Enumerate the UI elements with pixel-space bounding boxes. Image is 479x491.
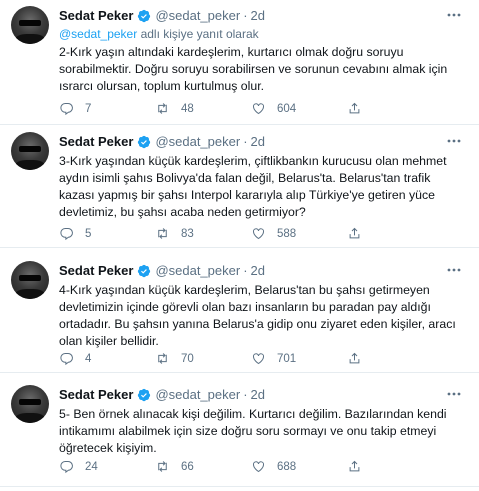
tweet-header: Sedat Peker @sedat_peker · 2d <box>59 6 463 25</box>
reply-button[interactable]: 4 <box>59 351 155 366</box>
tweet-actions: 24 66 688 <box>59 459 443 474</box>
reply-count: 4 <box>85 352 92 365</box>
author-handle[interactable]: @sedat_peker <box>155 134 240 149</box>
tweet-header: Sedat Peker @sedat_peker · 2d <box>59 385 463 404</box>
reply-icon <box>60 353 73 366</box>
tweet-actions: 7 48 604 <box>59 101 443 116</box>
more-icon[interactable] <box>445 134 463 148</box>
heart-icon <box>253 103 264 115</box>
separator: · <box>243 387 248 402</box>
author-name[interactable]: Sedat Peker <box>59 8 133 23</box>
tweet[interactable]: Sedat Peker @sedat_peker · 2d 4-Kırk yaş… <box>0 255 479 373</box>
like-button[interactable]: 688 <box>251 459 347 474</box>
like-count: 701 <box>277 352 297 365</box>
like-count: 688 <box>277 460 297 473</box>
share-button[interactable] <box>347 351 443 366</box>
tweet-text: 3-Kırk yaşından küçük kardeşlerim, çiftl… <box>59 154 447 219</box>
like-button[interactable]: 588 <box>251 226 347 241</box>
author-handle[interactable]: @sedat_peker <box>155 387 240 402</box>
reply-button[interactable]: 7 <box>59 101 155 116</box>
retweet-count: 70 <box>181 352 194 365</box>
heart-icon <box>253 228 264 240</box>
reply-mention-link[interactable]: @sedat_peker <box>59 27 137 41</box>
reply-icon <box>60 228 73 241</box>
like-button[interactable]: 604 <box>251 101 347 116</box>
reply-button[interactable]: 5 <box>59 226 155 241</box>
retweet-button[interactable]: 66 <box>155 459 251 474</box>
share-button[interactable] <box>347 101 443 116</box>
tweet[interactable]: Sedat Peker @sedat_peker · 2d 5- Ben örn… <box>0 379 479 487</box>
tweet-actions: 5 83 588 <box>59 226 443 241</box>
reply-context-label: adlı kişiye yanıt olarak <box>137 27 259 41</box>
more-icon[interactable] <box>445 8 463 22</box>
avatar[interactable] <box>11 385 49 423</box>
avatar[interactable] <box>11 261 49 299</box>
reply-context: @sedat_peker adlı kişiye yanıt olarak <box>59 26 463 42</box>
retweet-icon <box>158 353 167 364</box>
tweet-text: 5- Ben örnek alınacak kişi değilim. Kurt… <box>59 407 447 455</box>
tweet[interactable]: Sedat Peker @sedat_peker · 2d 3-Kırk yaş… <box>0 126 479 248</box>
author-handle[interactable]: @sedat_peker <box>155 263 240 278</box>
share-icon <box>349 227 360 239</box>
heart-icon <box>253 461 264 473</box>
separator: · <box>243 8 248 23</box>
reply-icon <box>60 103 73 116</box>
tweet[interactable]: Sedat Peker @sedat_peker · 2d @sedat_pek… <box>0 0 479 125</box>
tweet-actions: 4 70 701 <box>59 351 443 366</box>
timestamp[interactable]: 2d <box>251 8 265 23</box>
author-name[interactable]: Sedat Peker <box>59 263 133 278</box>
author-handle[interactable]: @sedat_peker <box>155 8 240 23</box>
share-icon <box>349 102 360 114</box>
reply-button[interactable]: 24 <box>59 459 155 474</box>
separator: · <box>243 134 248 149</box>
tweet-text: 2-Kırk yaşın altındaki kardeşlerim, kurt… <box>59 45 448 93</box>
retweet-icon <box>158 228 167 239</box>
like-button[interactable]: 701 <box>251 351 347 366</box>
author-name[interactable]: Sedat Peker <box>59 387 133 402</box>
retweet-button[interactable]: 70 <box>155 351 251 366</box>
reply-count: 7 <box>85 102 92 115</box>
share-button[interactable] <box>347 459 443 474</box>
share-icon <box>349 460 360 472</box>
heart-icon <box>253 353 264 365</box>
timestamp[interactable]: 2d <box>251 134 265 149</box>
tweet-text: 4-Kırk yaşından küçük kardeşlerim, Belar… <box>59 283 456 348</box>
retweet-icon <box>158 103 167 114</box>
like-count: 604 <box>277 102 297 115</box>
tweet-header: Sedat Peker @sedat_peker · 2d <box>59 132 463 151</box>
retweet-button[interactable]: 83 <box>155 226 251 241</box>
reply-icon <box>60 461 73 474</box>
tweet-header: Sedat Peker @sedat_peker · 2d <box>59 261 463 280</box>
retweet-count: 83 <box>181 227 194 240</box>
retweet-count: 66 <box>181 460 194 473</box>
retweet-icon <box>158 461 167 472</box>
retweet-button[interactable]: 48 <box>155 101 251 116</box>
retweet-count: 48 <box>181 102 194 115</box>
verified-badge-icon <box>138 9 151 22</box>
timestamp[interactable]: 2d <box>251 263 265 278</box>
avatar[interactable] <box>11 6 49 44</box>
author-name[interactable]: Sedat Peker <box>59 134 133 149</box>
timestamp[interactable]: 2d <box>251 387 265 402</box>
verified-badge-icon <box>138 135 151 148</box>
share-icon <box>349 352 360 364</box>
reply-count: 24 <box>85 460 98 473</box>
tweet-feed: Sedat Peker @sedat_peker · 2d @sedat_pek… <box>0 0 479 491</box>
more-icon[interactable] <box>445 263 463 277</box>
share-button[interactable] <box>347 226 443 241</box>
verified-badge-icon <box>138 264 151 277</box>
verified-badge-icon <box>138 388 151 401</box>
like-count: 588 <box>277 227 297 240</box>
separator: · <box>243 263 248 278</box>
more-icon[interactable] <box>445 387 463 401</box>
avatar[interactable] <box>11 132 49 170</box>
reply-count: 5 <box>85 227 92 240</box>
